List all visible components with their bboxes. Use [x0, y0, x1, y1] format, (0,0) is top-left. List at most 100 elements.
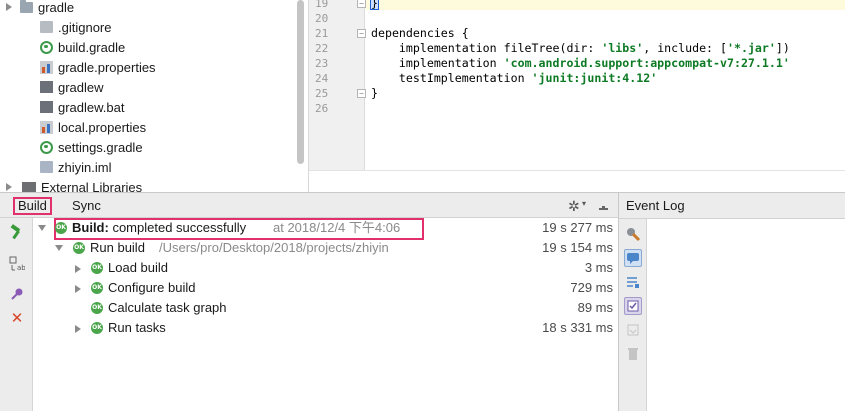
event-log-panel: Event Log: [618, 192, 845, 411]
line-number: 24: [315, 72, 329, 85]
build-timestamp: at 2018/12/4 下午4:06: [273, 220, 401, 235]
build-row-calculate-task-graph[interactable]: OK Calculate task graph 89 ms: [33, 298, 618, 318]
code-editor[interactable]: 19 20 21 22 23 24 25 26 − − − } dependen…: [308, 0, 845, 192]
build-row-configure-build[interactable]: OK Configure build 729 ms: [33, 278, 618, 298]
line-number: 23: [315, 57, 329, 70]
soft-wrap-icon[interactable]: [624, 273, 642, 291]
editor-gutter: 19 20 21 22 23 24 25 26 − − −: [309, 0, 366, 170]
tree-item-gradlew-bat[interactable]: gradlew.bat: [40, 97, 125, 117]
ok-check-icon: OK: [91, 322, 103, 334]
tree-item-external-libraries[interactable]: External Libraries: [6, 177, 143, 193]
ok-check-icon: OK: [91, 262, 103, 274]
ok-check-icon: OK: [73, 242, 85, 254]
tree-item-zhiyin-iml[interactable]: zhiyin.iml: [40, 157, 111, 177]
script-file-icon: [40, 81, 53, 93]
code-line-23: implementation 'com.android.support:appc…: [371, 56, 790, 70]
expand-arrow-icon[interactable]: [55, 245, 63, 251]
expand-arrow-icon[interactable]: [75, 285, 81, 293]
tree-item-label: build.gradle: [58, 39, 126, 55]
build-row-run-build[interactable]: OK Run build /Users/pro/Desktop/2018/pro…: [33, 238, 618, 258]
build-duration: 89 ms: [577, 300, 613, 315]
expand-arrow-icon[interactable]: [6, 3, 12, 11]
tree-item-gradlew[interactable]: gradlew: [40, 77, 104, 97]
tree-item-label: .gitignore: [58, 19, 112, 35]
trash-icon[interactable]: [624, 345, 642, 363]
tree-item-gitignore[interactable]: .gitignore: [40, 17, 111, 37]
build-path: /Users/pro/Desktop/2018/projects/zhiyin: [159, 240, 389, 255]
settings-wrench-icon[interactable]: [624, 225, 642, 243]
tree-scrollbar[interactable]: [297, 0, 304, 164]
line-number: 21: [315, 27, 329, 40]
build-toolwindow-header: Build Sync ✲ ▾: [0, 192, 618, 218]
tree-item-local-properties[interactable]: local.properties: [40, 117, 146, 137]
module-file-icon: [40, 161, 53, 173]
tree-item-gradle-properties[interactable]: gradle.properties: [40, 57, 156, 77]
code-line-25: }: [371, 86, 378, 100]
build-actions-strip: ab ✕: [0, 218, 33, 411]
tree-item-build-gradle[interactable]: build.gradle: [40, 37, 125, 57]
close-icon[interactable]: ✕: [8, 310, 26, 328]
ok-check-icon: OK: [91, 302, 103, 314]
script-file-icon: [40, 101, 53, 113]
build-duration: 3 ms: [584, 260, 613, 275]
tree-item-label: gradlew: [58, 79, 104, 95]
line-number: 22: [315, 42, 329, 55]
ok-check-icon: OK: [55, 222, 67, 234]
fold-marker-icon[interactable]: −: [357, 29, 366, 38]
toggle-view-icon[interactable]: ab: [8, 256, 26, 274]
code-line-21: dependencies {: [371, 26, 469, 40]
build-row-label: Build: completed successfully: [72, 220, 247, 235]
build-duration: 18 s 331 ms: [542, 320, 613, 335]
build-row-label: Run build: [90, 240, 145, 255]
libraries-icon: [22, 181, 36, 192]
expand-arrow-icon[interactable]: [75, 265, 81, 273]
line-number: 25: [315, 87, 329, 100]
build-duration: 729 ms: [570, 280, 613, 295]
fold-marker-icon[interactable]: −: [357, 89, 366, 98]
expand-arrow-icon[interactable]: [75, 325, 81, 333]
scroll-to-end-icon[interactable]: [624, 321, 642, 339]
editor-horizontal-scroll-area: [309, 170, 845, 192]
build-row-label: Run tasks: [108, 320, 166, 335]
build-duration: 19 s 154 ms: [542, 240, 613, 255]
properties-file-icon: [40, 120, 53, 134]
build-row-summary[interactable]: OK Build: completed successfully at 2018…: [33, 218, 618, 238]
pin-icon[interactable]: [8, 286, 26, 304]
mark-read-icon[interactable]: [624, 297, 642, 315]
tab-sync[interactable]: Sync: [69, 197, 104, 215]
line-number: 26: [315, 102, 329, 115]
event-log-header: Event Log: [619, 193, 845, 219]
gradle-icon: [40, 40, 53, 54]
build-row-label: Calculate task graph: [108, 300, 227, 315]
tree-item-label: gradlew.bat: [58, 99, 125, 115]
event-log-actions-strip: [619, 219, 647, 411]
fold-marker-icon[interactable]: −: [357, 0, 366, 8]
balloon-icon[interactable]: [624, 249, 642, 267]
build-row-run-tasks[interactable]: OK Run tasks 18 s 331 ms: [33, 318, 618, 338]
code-line-22: implementation fileTree(dir: 'libs', inc…: [371, 41, 790, 55]
gradle-icon: [40, 140, 53, 154]
tree-item-gradle[interactable]: gradle: [6, 0, 75, 17]
expand-arrow-icon[interactable]: [38, 225, 46, 231]
build-row-load-build[interactable]: OK Load build 3 ms: [33, 258, 618, 278]
build-row-label: Configure build: [108, 280, 196, 295]
tree-item-label: gradle: [38, 0, 75, 15]
build-row-label: Load build: [108, 260, 168, 275]
hide-panel-icon[interactable]: [597, 196, 609, 212]
properties-file-icon: [40, 60, 53, 74]
event-log-title[interactable]: Event Log: [626, 198, 685, 213]
line-number: 20: [315, 12, 329, 25]
build-duration: 19 s 277 ms: [542, 220, 613, 235]
hammer-icon[interactable]: [8, 224, 26, 242]
tree-item-label: External Libraries: [41, 179, 143, 193]
chevron-down-icon[interactable]: ▾: [582, 199, 586, 208]
build-output-tree: OK Build: completed successfully at 2018…: [33, 218, 618, 411]
line-number: 19: [315, 0, 329, 10]
tree-item-settings-gradle[interactable]: settings.gradle: [40, 137, 143, 157]
text-file-icon: [40, 21, 53, 33]
tab-build[interactable]: Build: [13, 197, 52, 215]
current-line-highlight: [366, 0, 845, 10]
folder-icon: [20, 0, 33, 13]
expand-arrow-icon[interactable]: [6, 183, 12, 191]
gear-icon[interactable]: ✲: [568, 198, 580, 215]
